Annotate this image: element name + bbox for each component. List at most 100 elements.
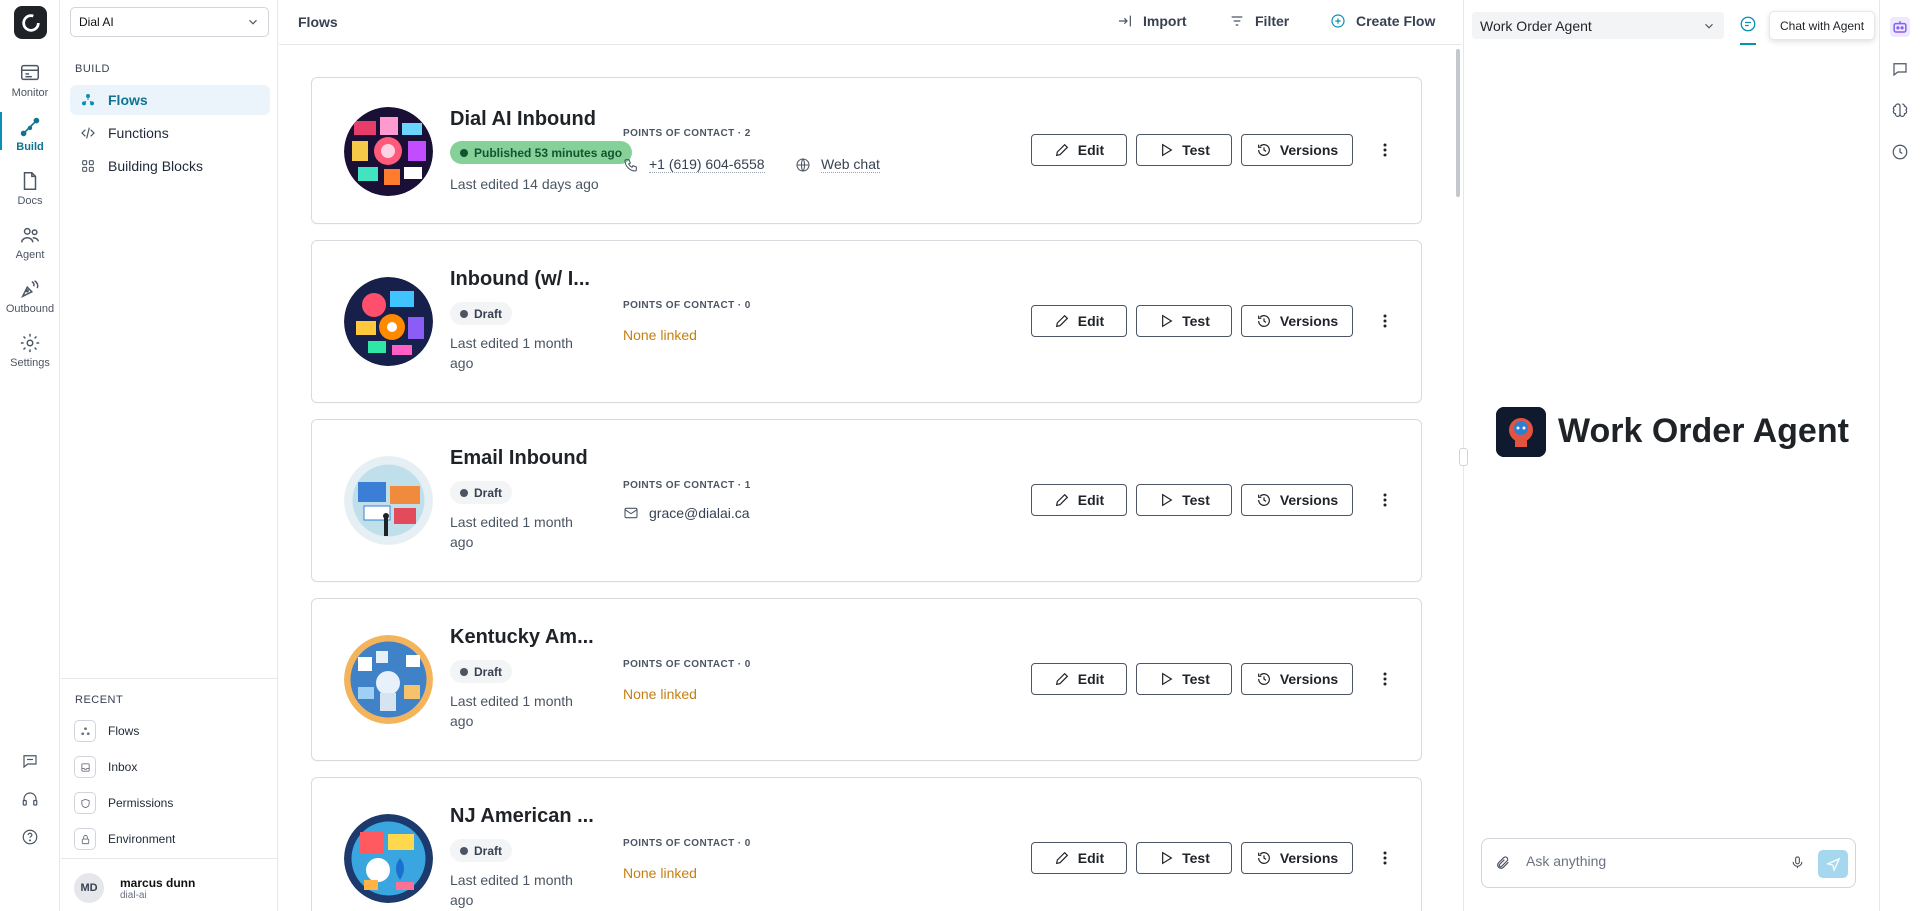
sidebar-item-label: Functions <box>108 125 169 141</box>
edit-button[interactable]: Edit <box>1031 484 1127 516</box>
microphone-icon[interactable] <box>1790 855 1805 870</box>
status-badge: Draft <box>450 660 513 683</box>
edit-label: Edit <box>1077 313 1105 329</box>
recent-item-environment[interactable]: Environment <box>74 827 264 851</box>
user-org: dial-ai <box>120 889 147 901</box>
edit-button[interactable]: Edit <box>1031 842 1127 874</box>
points-of-contact-label: POINTS OF CONTACT · 1 <box>623 480 751 491</box>
docs-icon <box>23 172 37 190</box>
chat-bubble-icon[interactable] <box>18 749 42 773</box>
flow-thumbnail <box>344 277 433 366</box>
test-button[interactable]: Test <box>1136 134 1232 166</box>
edit-label: Edit <box>1077 850 1105 866</box>
filter-icon <box>1231 16 1243 26</box>
flow-thumbnail <box>344 107 433 196</box>
agent-select[interactable]: Work Order Agent <box>1472 12 1724 39</box>
points-of-contact-label: POINTS OF CONTACT · 0 <box>623 838 751 849</box>
flow-card[interactable]: Kentucky Am... Draft Last edited 1 month… <box>311 598 1422 761</box>
flow-thumbnail <box>344 456 433 545</box>
status-text: Draft <box>474 843 503 858</box>
flow-title: Email Inbound <box>450 447 588 469</box>
versions-button[interactable]: Versions <box>1241 842 1353 874</box>
versions-button[interactable]: Versions <box>1241 305 1353 337</box>
last-edited: Last edited 14 days ago <box>450 176 599 192</box>
history-icon <box>1257 673 1270 685</box>
recent-item-inbox[interactable]: Inbox <box>74 755 264 779</box>
contact-web[interactable]: Web chat <box>795 156 880 173</box>
edit-label: Edit <box>1077 671 1105 687</box>
versions-label: Versions <box>1279 313 1339 329</box>
rail-item-settings[interactable]: Settings <box>0 332 60 380</box>
edit-button[interactable]: Edit <box>1031 663 1127 695</box>
messages-icon[interactable] <box>1891 60 1909 78</box>
agent-bot-icon[interactable] <box>1890 17 1910 37</box>
agent-heading: Work Order Agent <box>1558 412 1849 450</box>
headset-icon[interactable] <box>18 787 42 811</box>
more-options-icon[interactable] <box>1375 311 1395 331</box>
versions-button[interactable]: Versions <box>1241 663 1353 695</box>
rail-item-agent[interactable]: Agent <box>0 224 60 272</box>
help-icon[interactable] <box>18 825 42 849</box>
rail-item-build[interactable]: Build <box>0 116 60 164</box>
paperclip-icon[interactable] <box>1495 855 1511 871</box>
contact-value: grace@dialai.ca <box>649 505 750 521</box>
chat-tab-icon[interactable] <box>1739 15 1757 33</box>
more-options-icon[interactable] <box>1375 669 1395 689</box>
versions-button[interactable]: Versions <box>1241 134 1353 166</box>
rail-item-outbound[interactable]: Outbound <box>0 278 60 326</box>
plus-circle-icon <box>1331 14 1345 28</box>
code-icon <box>81 127 95 139</box>
user-profile[interactable]: MD marcus dunn dial-ai <box>74 873 195 903</box>
monitor-icon <box>21 64 39 81</box>
top-bar: Flows Import Filter Create Flow <box>279 0 1462 45</box>
versions-button[interactable]: Versions <box>1241 484 1353 516</box>
send-button[interactable] <box>1818 850 1848 878</box>
send-icon <box>1825 857 1840 872</box>
contact-phone[interactable]: +1 (619) 604-6558 <box>623 156 765 173</box>
versions-label: Versions <box>1279 492 1339 508</box>
flow-card[interactable]: NJ American ... Draft Last edited 1 mont… <box>311 777 1422 911</box>
workspace-select[interactable]: Dial AI <box>70 7 269 37</box>
brain-icon[interactable] <box>1891 101 1909 119</box>
test-button[interactable]: Test <box>1136 305 1232 337</box>
edit-button[interactable]: Edit <box>1031 134 1127 166</box>
test-button[interactable]: Test <box>1136 484 1232 516</box>
clock-icon[interactable] <box>1891 143 1909 161</box>
sidebar-item-functions[interactable]: Functions <box>70 118 270 148</box>
more-options-icon[interactable] <box>1375 140 1395 160</box>
flows-icon <box>74 720 96 742</box>
flow-thumbnail <box>344 814 433 903</box>
sidebar-item-label: Flows <box>108 92 148 108</box>
recent-item-label: Inbox <box>108 760 138 774</box>
status-dot <box>460 667 468 676</box>
rail-item-monitor[interactable]: Monitor <box>0 62 60 110</box>
test-button[interactable]: Test <box>1136 663 1232 695</box>
chat-input[interactable] <box>1526 853 1776 869</box>
flow-card[interactable]: Inbound (w/ I... Draft Last edited 1 mon… <box>311 240 1422 403</box>
panel-resize-handle[interactable] <box>1459 448 1468 466</box>
test-label: Test <box>1182 142 1210 158</box>
divider <box>61 858 278 859</box>
sidebar-item-flows[interactable]: Flows <box>70 85 270 115</box>
edit-button[interactable]: Edit <box>1031 305 1127 337</box>
flow-card[interactable]: Email Inbound Draft Last edited 1 month … <box>311 419 1422 582</box>
status-dot <box>460 309 468 318</box>
history-icon <box>1257 494 1270 506</box>
recent-item-flows[interactable]: Flows <box>74 719 264 743</box>
scrollbar[interactable] <box>1456 49 1460 197</box>
recent-item-permissions[interactable]: Permissions <box>74 791 264 815</box>
more-options-icon[interactable] <box>1375 848 1395 868</box>
sidebar-item-building-blocks[interactable]: Building Blocks <box>70 151 270 181</box>
app-logo[interactable] <box>14 6 47 39</box>
build-icon <box>20 117 40 137</box>
create-flow-button[interactable]: Create Flow <box>1330 13 1435 29</box>
rail-item-docs[interactable]: Docs <box>0 170 60 218</box>
import-button[interactable]: Import <box>1117 13 1187 29</box>
chat-input-box <box>1481 838 1856 888</box>
test-button[interactable]: Test <box>1136 842 1232 874</box>
play-icon <box>1162 314 1173 328</box>
filter-button[interactable]: Filter <box>1229 13 1289 29</box>
more-options-icon[interactable] <box>1375 490 1395 510</box>
flow-card[interactable]: Dial AI Inbound Published 53 minutes ago… <box>311 77 1422 224</box>
contact-email[interactable]: grace@dialai.ca <box>623 505 750 521</box>
